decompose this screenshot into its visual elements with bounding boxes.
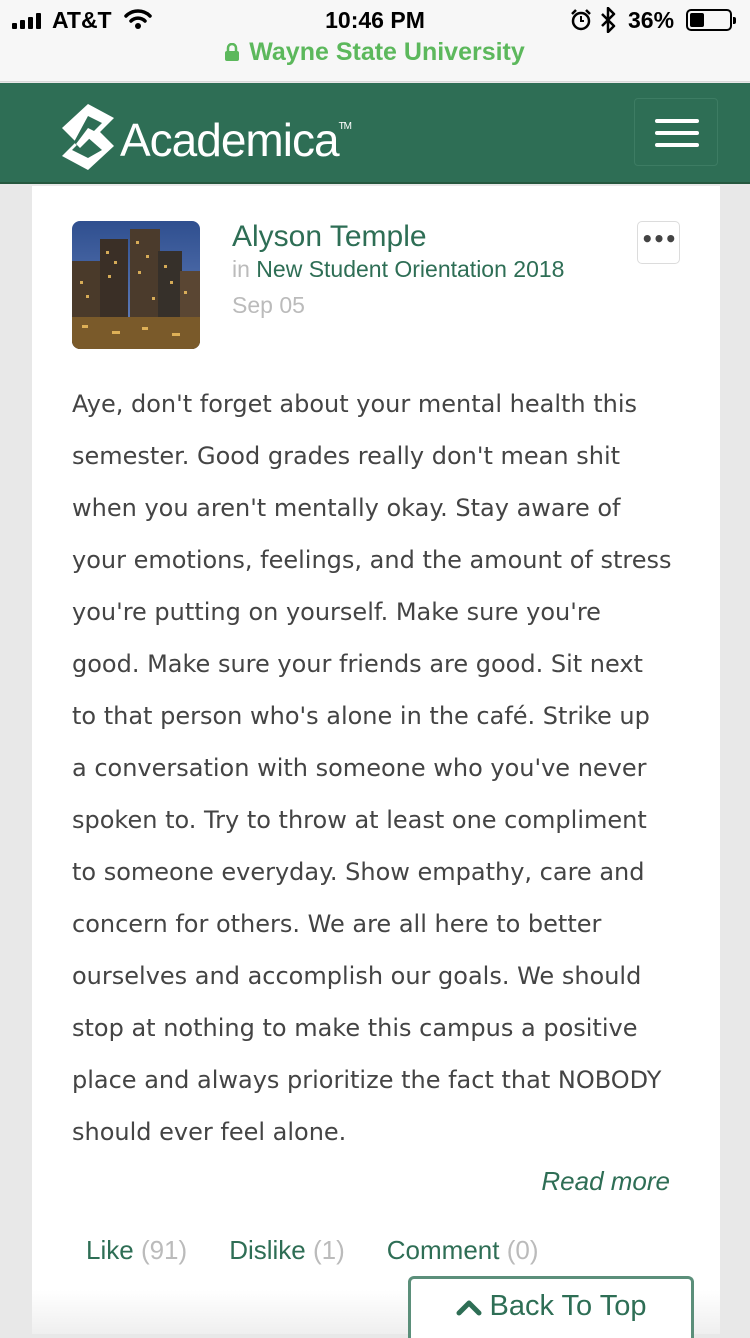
hamburger-menu-icon[interactable] [634, 98, 718, 166]
brand-label: Academica [120, 114, 340, 166]
trademark-mark: TM [338, 121, 352, 132]
like-count: (91) [140, 1235, 188, 1265]
battery-fill [690, 13, 704, 27]
dislike-count: (1) [313, 1235, 345, 1265]
battery-percent: 36% [628, 7, 675, 33]
read-more-link[interactable]: Read more [541, 1166, 670, 1197]
ios-status-bar: AT&T 10:46 PM 36% Wayne State University [0, 0, 750, 82]
comment-label: Comment [386, 1235, 500, 1265]
dislike-label: Dislike [229, 1235, 306, 1265]
post-group-line: in New Student Orientation 2018 [232, 256, 564, 283]
bluetooth-icon [601, 7, 616, 33]
comment-button[interactable]: Comment (0) [387, 1235, 539, 1266]
post-date: Sep 05 [232, 292, 305, 318]
in-label: in [232, 256, 250, 282]
academica-logo-icon[interactable] [58, 102, 118, 172]
site-address[interactable]: Wayne State University [0, 38, 750, 72]
post-options-button[interactable]: ••• [637, 221, 680, 264]
dislike-button[interactable]: Dislike (1) [229, 1235, 345, 1266]
status-row: AT&T 10:46 PM 36% [0, 0, 750, 40]
post-author[interactable]: Alyson Temple [232, 220, 427, 254]
brand-name[interactable]: AcademicaTM [120, 113, 352, 167]
alarm-icon [571, 9, 591, 31]
back-to-top-label: Back To Top [489, 1290, 647, 1322]
site-name: Wayne State University [249, 38, 525, 66]
back-to-top-button[interactable]: Back To Top [408, 1276, 694, 1338]
chevron-up-icon [456, 1300, 482, 1315]
lock-icon [225, 43, 240, 61]
like-label: Like [86, 1235, 134, 1265]
author-avatar[interactable] [72, 221, 200, 349]
avatar-cityscape-image [72, 221, 200, 349]
comment-count: (0) [506, 1235, 539, 1265]
like-button[interactable]: Like (91) [86, 1235, 187, 1266]
post-group-link[interactable]: New Student Orientation 2018 [256, 256, 564, 282]
post-actions: Like (91) Dislike (1) Comment (0) [86, 1235, 539, 1266]
post-body: Aye, don't forget about your mental heal… [72, 390, 672, 1146]
battery-icon [686, 9, 736, 31]
